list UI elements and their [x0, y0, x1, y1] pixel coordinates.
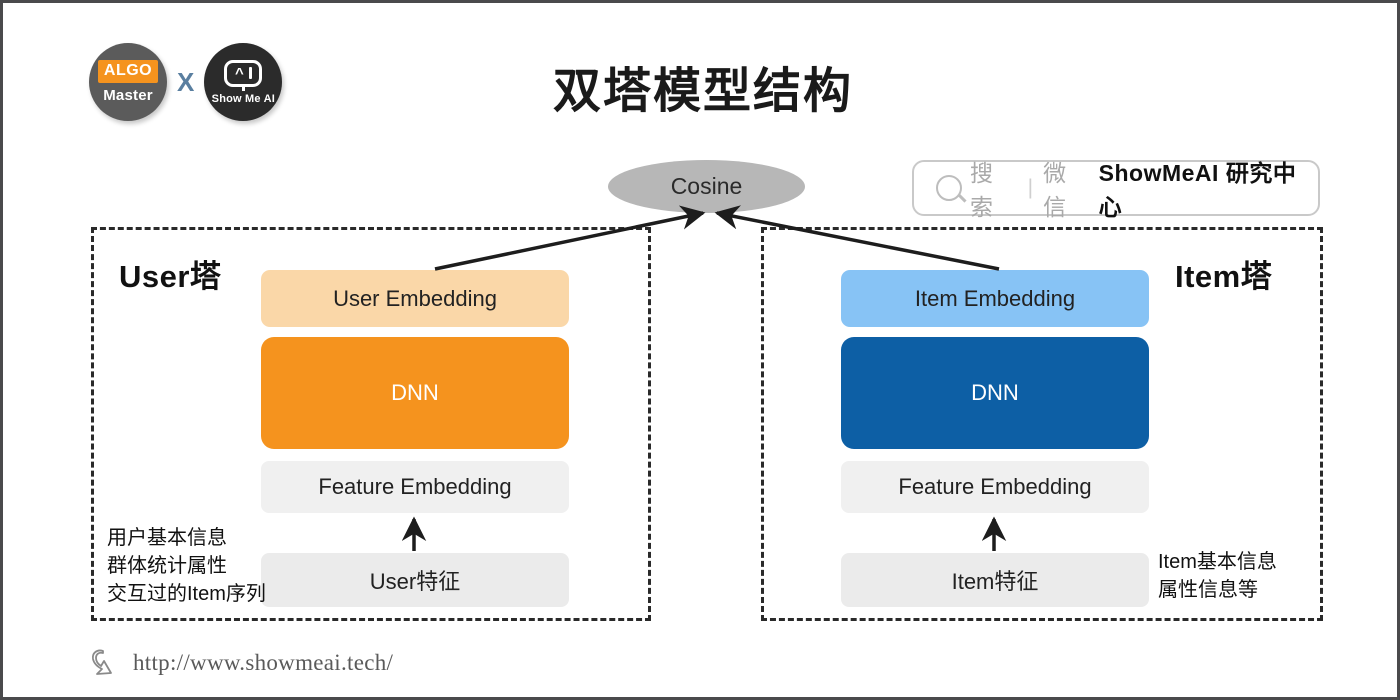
search-separator: |	[1027, 176, 1034, 199]
user-feature-notes: 用户基本信息 群体统计属性 交互过的Item序列	[107, 524, 266, 608]
item-feature-notes: Item基本信息 属性信息等	[1158, 548, 1277, 604]
diagram-canvas: ALGO Master X ^ Show Me AI 双塔模型结构 搜索 | 微…	[0, 0, 1400, 700]
footer: http://www.showmeai.tech/	[91, 648, 393, 678]
search-placeholder: 搜索	[970, 160, 994, 220]
item-feature-embedding-box: Feature Embedding	[841, 461, 1149, 513]
page-title: 双塔模型结构	[552, 65, 853, 118]
cosine-similarity-node: Cosine	[608, 160, 805, 213]
item-feature-note-line: Item基本信息	[1158, 551, 1277, 573]
user-embedding-box: User Embedding	[261, 270, 569, 327]
cursor-icon	[91, 649, 112, 675]
footer-url: http://www.showmeai.tech/	[133, 650, 394, 675]
user-feature-embedding-box: Feature Embedding	[261, 461, 569, 513]
search-channel: 微信	[1043, 160, 1068, 220]
item-raw-features-box: Item特征	[841, 553, 1149, 607]
search-brand-pill: 搜索 | 微信 ShowMeAI 研究中心	[912, 160, 1320, 220]
user-dnn-box: DNN	[261, 337, 569, 449]
user-feature-note-line: 用户基本信息	[107, 527, 227, 549]
user-tower-label: User塔	[119, 259, 222, 294]
user-feature-note-line: 群体统计属性	[107, 555, 227, 577]
item-dnn-box: DNN	[841, 337, 1149, 449]
item-embedding-box: Item Embedding	[841, 270, 1149, 327]
user-raw-features-box: User特征	[261, 553, 569, 607]
user-feature-note-line: 交互过的Item序列	[107, 583, 266, 605]
search-brand-name: ShowMeAI 研究中心	[1098, 160, 1297, 220]
item-feature-note-line: 属性信息等	[1158, 579, 1258, 601]
search-icon	[936, 175, 962, 201]
item-tower-label: Item塔	[1175, 259, 1273, 294]
